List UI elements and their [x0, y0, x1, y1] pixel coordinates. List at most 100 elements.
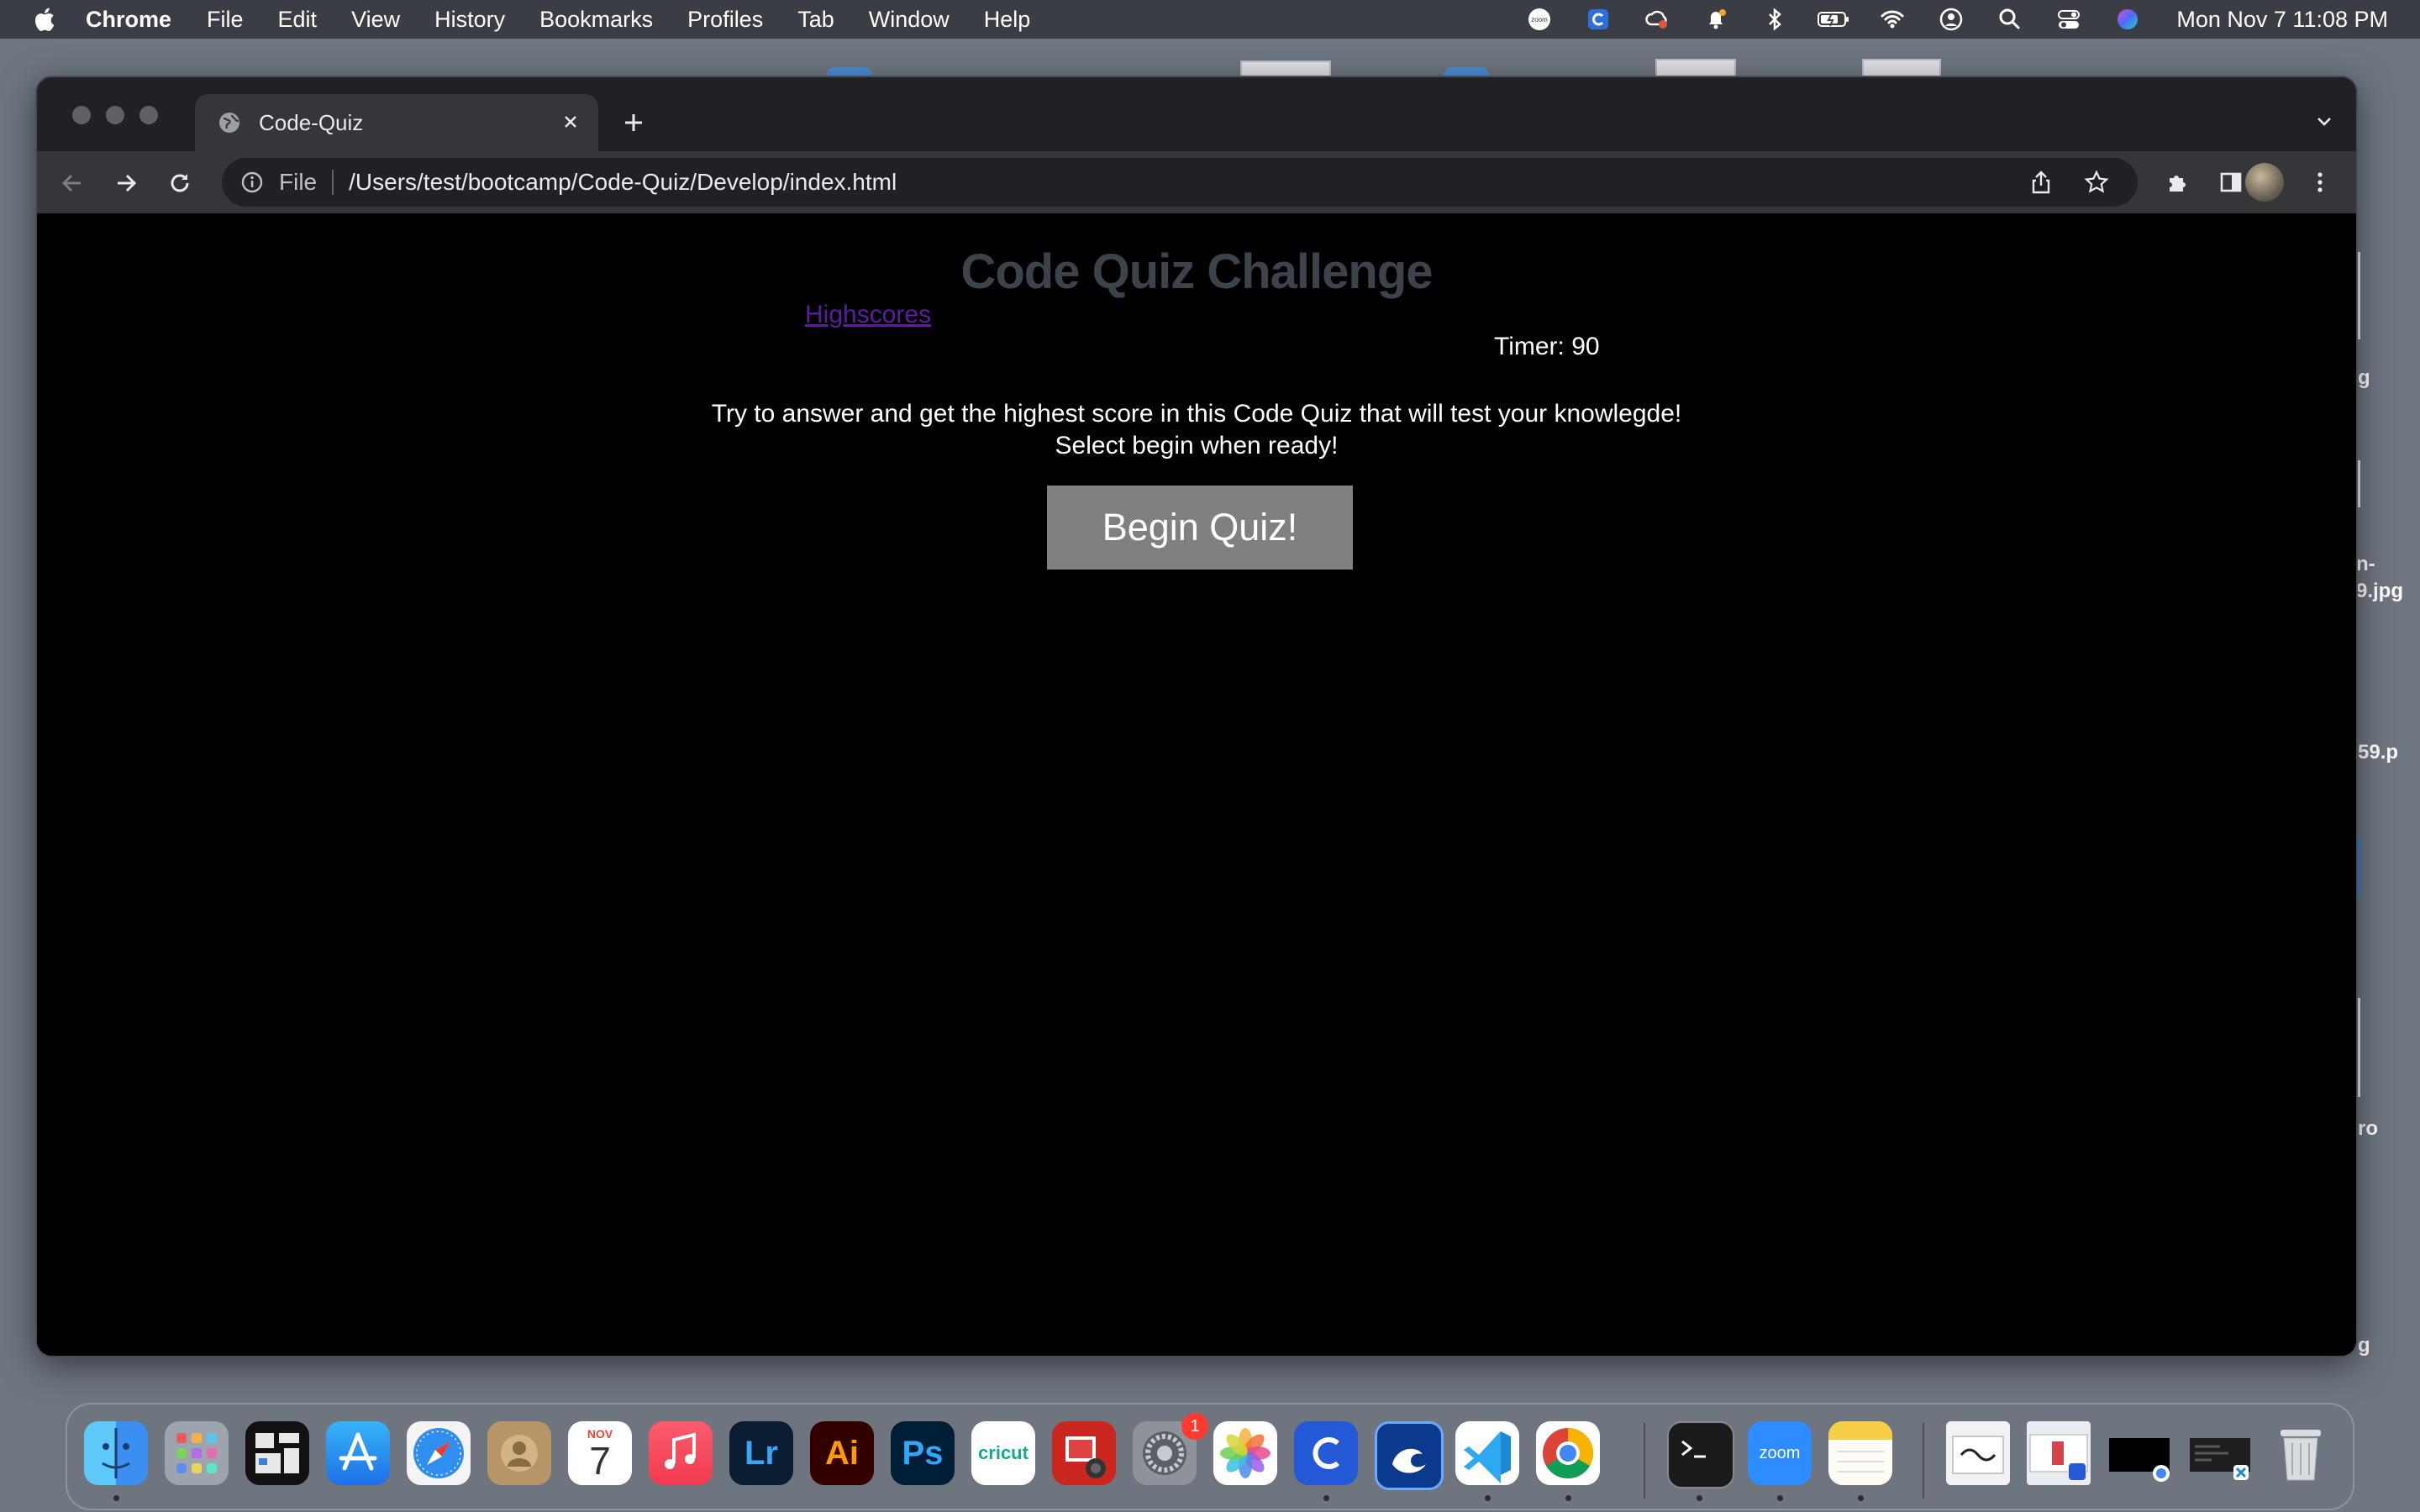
address-bar[interactable]: File /Users/test/bootcamp/Code-Quiz/Deve… — [222, 158, 2138, 207]
app-menu-chrome[interactable]: Chrome — [86, 7, 171, 33]
cricut-icon[interactable]: cricut — [971, 1421, 1035, 1485]
app-store-icon[interactable] — [326, 1421, 390, 1485]
dock: NOV 7 Lr Ai Ps cricut 1 zoom — [66, 1403, 2354, 1510]
info-icon[interactable] — [240, 171, 264, 194]
desktop-file-edge — [2358, 252, 2360, 339]
photos-icon[interactable] — [1213, 1421, 1277, 1485]
running-indicator — [113, 1495, 119, 1501]
menu-file[interactable]: File — [207, 7, 244, 33]
terminal-icon[interactable] — [1667, 1421, 1734, 1488]
running-indicator — [1323, 1495, 1329, 1501]
wifi-icon[interactable] — [1876, 6, 1909, 33]
reload-button[interactable] — [163, 166, 197, 200]
user-icon[interactable] — [1934, 6, 1968, 33]
apple-icon[interactable] — [32, 5, 57, 34]
menu-tab[interactable]: Tab — [797, 7, 834, 33]
cisco-app-icon[interactable] — [1294, 1421, 1358, 1485]
window-minimize-button[interactable] — [106, 106, 124, 124]
dock-separator — [1923, 1423, 1924, 1499]
running-indicator — [1777, 1495, 1783, 1501]
spotlight-icon[interactable] — [1993, 6, 2027, 33]
contacts-icon[interactable] — [487, 1421, 551, 1485]
running-indicator — [1485, 1495, 1491, 1501]
desktop-file-label: n- — [2356, 553, 2375, 575]
share-icon[interactable] — [2028, 170, 2054, 195]
notes-icon[interactable] — [1828, 1421, 1892, 1485]
chrome-window: Code-Quiz File /Users/test/bootcamp/Code… — [35, 76, 2358, 1357]
minimized-window-thumbnail[interactable] — [2027, 1421, 2091, 1485]
minimized-window-thumbnail[interactable] — [2188, 1421, 2252, 1485]
chrome-icon[interactable] — [1536, 1421, 1600, 1485]
bookmark-star-icon[interactable] — [2084, 170, 2109, 195]
tab-title: Code-Quiz — [259, 109, 364, 135]
photo-booth-icon[interactable] — [1052, 1421, 1116, 1485]
bluetooth-icon[interactable] — [1758, 6, 1791, 33]
timer-display: Timer: 90 — [1494, 333, 1600, 360]
url-text[interactable]: /Users/test/bootcamp/Code-Quiz/Develop/i… — [349, 169, 897, 196]
desktop-file-label: ro — [2358, 1117, 2378, 1140]
running-indicator — [1565, 1495, 1571, 1501]
calendar-icon[interactable]: NOV 7 — [568, 1421, 632, 1485]
menu-profiles[interactable]: Profiles — [687, 7, 763, 33]
zoom-icon[interactable]: zoom — [1523, 6, 1556, 33]
extensions-icon[interactable] — [2161, 166, 2193, 198]
begin-quiz-button[interactable]: Begin Quiz! — [1047, 486, 1353, 570]
wave-app-icon[interactable] — [1375, 1421, 1444, 1490]
svg-text:zoom: zoom — [1532, 16, 1549, 24]
desktop-file-edge — [2358, 998, 2360, 1097]
launchpad-icon[interactable] — [165, 1421, 229, 1485]
url-scheme-chip[interactable]: File — [279, 169, 317, 196]
battery-icon[interactable] — [1817, 6, 1850, 33]
vscode-icon[interactable] — [1455, 1421, 1519, 1485]
illustrator-icon[interactable]: Ai — [810, 1421, 874, 1485]
profile-avatar[interactable] — [2245, 163, 2284, 202]
menu-help[interactable]: Help — [984, 7, 1031, 33]
cisco-icon[interactable] — [1581, 6, 1615, 33]
page-title: Code Quiz Challenge — [960, 244, 1433, 299]
tab-code-quiz[interactable]: Code-Quiz — [195, 94, 598, 151]
menu-view[interactable]: View — [351, 7, 400, 33]
menu-history[interactable]: History — [434, 7, 505, 33]
menubar-clock[interactable]: Mon Nov 7 11:08 PM — [2176, 7, 2388, 33]
menu-edit[interactable]: Edit — [278, 7, 318, 33]
zoom-app-icon[interactable]: zoom — [1748, 1421, 1812, 1485]
highscores-link[interactable]: Highscores — [805, 301, 931, 329]
mission-control-icon[interactable] — [245, 1421, 309, 1485]
control-center-icon[interactable] — [2052, 6, 2086, 33]
side-panel-icon[interactable] — [2215, 166, 2247, 198]
page-viewport: Code Quiz Challenge Highscores Timer: 90… — [37, 213, 2356, 1356]
desktop-file-label: g — [2358, 366, 2370, 389]
running-indicator — [1858, 1495, 1864, 1501]
music-icon[interactable] — [649, 1421, 713, 1485]
menu-bookmarks[interactable]: Bookmarks — [539, 7, 653, 33]
dock-separator — [1644, 1423, 1645, 1499]
calendar-day: 7 — [589, 1439, 611, 1483]
siri-icon[interactable] — [2111, 6, 2144, 33]
more-menu-icon[interactable] — [2304, 166, 2336, 198]
lightroom-icon[interactable]: Lr — [729, 1421, 793, 1485]
tab-close-icon[interactable] — [558, 109, 583, 134]
downloads-stack-icon[interactable] — [1946, 1421, 2010, 1485]
window-close-button[interactable] — [72, 106, 91, 124]
url-divider — [332, 170, 334, 195]
chevron-down-icon[interactable] — [2309, 106, 2339, 136]
desktop-file-edge — [2358, 837, 2360, 897]
desktop-file-label: g — [2358, 1334, 2370, 1357]
forward-button[interactable] — [109, 166, 143, 200]
new-tab-button[interactable] — [617, 106, 650, 139]
safari-icon[interactable] — [407, 1421, 471, 1485]
browser-toolbar: File /Users/test/bootcamp/Code-Quiz/Deve… — [37, 151, 2356, 215]
back-button[interactable] — [55, 166, 89, 200]
intro-line-2: Select begin when ready! — [1055, 432, 1339, 459]
creative-cloud-icon[interactable] — [1640, 6, 1674, 33]
intro-line-1: Try to answer and get the highest score … — [711, 400, 1682, 428]
photoshop-icon[interactable]: Ps — [891, 1421, 955, 1485]
finder-icon[interactable] — [84, 1421, 148, 1485]
minimized-window-thumbnail[interactable] — [2107, 1421, 2171, 1485]
globe-icon — [217, 110, 242, 135]
menu-window[interactable]: Window — [869, 7, 950, 33]
window-zoom-button[interactable] — [139, 106, 158, 124]
notification-icon[interactable] — [1699, 6, 1733, 33]
trash-icon[interactable] — [2269, 1421, 2333, 1485]
intro-text: Try to answer and get the highest score … — [37, 398, 2356, 462]
